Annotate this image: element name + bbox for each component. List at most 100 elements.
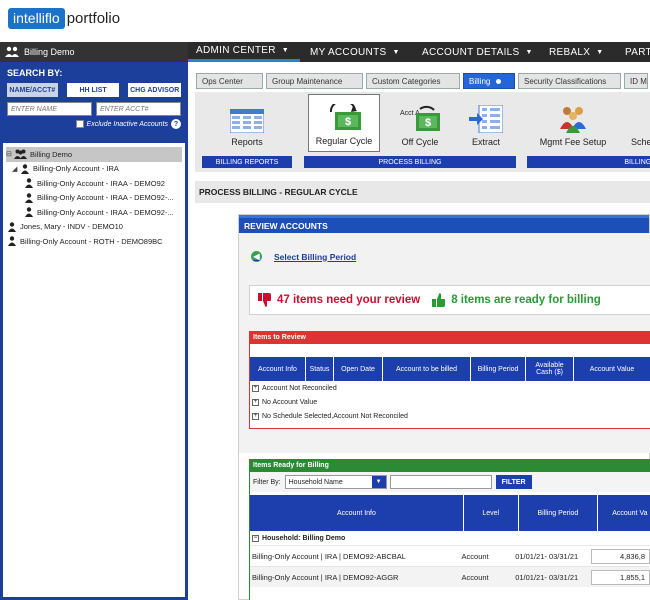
tree-item-household[interactable]: ⊟ Billing Demo	[6, 147, 182, 162]
tree-item-label: Jones, Mary - INDV - DEMO10	[20, 222, 123, 232]
column-status[interactable]: Status	[306, 357, 334, 381]
off-cycle-label: Off Cycle	[401, 137, 439, 147]
household-group-row[interactable]: − Household: Billing Demo	[250, 531, 650, 545]
chg-advisor-button[interactable]: CHG ADVISOR	[128, 83, 181, 97]
collapse-icon[interactable]: ⊟	[6, 150, 14, 158]
person-icon	[25, 193, 33, 203]
tab-custom-categories[interactable]: Custom Categories	[366, 73, 460, 89]
exclude-inactive-checkbox[interactable]	[75, 120, 84, 128]
tree-item-account[interactable]: ◢ Billing-Only Account - IRA	[6, 162, 182, 177]
table-row[interactable]: Billing-Only Account | IRA | DEMO92-ABCB…	[250, 545, 650, 566]
tab-id-m[interactable]: ID M	[624, 73, 648, 89]
dropdown-arrow-icon[interactable]: ▼	[371, 476, 386, 488]
menu-rebalx[interactable]: REBALX ▼	[537, 42, 617, 62]
group-account-not-reconciled[interactable]: + Account Not Reconciled	[250, 381, 650, 395]
items-ready-label: Items Ready for Billing	[250, 459, 650, 472]
row-account-info: Billing-Only Account | IRA | DEMO92-ABCB…	[252, 551, 406, 561]
row-billing-period: 01/01/21- 03/31/21	[515, 572, 579, 582]
column-account-info[interactable]: Account Info	[250, 495, 464, 531]
intelliflo-logo[interactable]: intelliflo portfolio	[8, 8, 120, 29]
svg-text:$: $	[345, 116, 351, 128]
expand-icon[interactable]: +	[252, 398, 259, 406]
money-cycle-icon: $	[329, 104, 361, 130]
thumbs-down-icon	[258, 293, 271, 307]
group-no-account-value[interactable]: + No Account Value	[250, 395, 650, 409]
items-to-review-grid: Items to Review Account Info Status Open…	[249, 331, 650, 429]
acct-input[interactable]	[96, 102, 181, 116]
person-icon	[25, 178, 33, 189]
reports-label: Reports	[231, 137, 263, 147]
search-panel: SEARCH BY: NAME/ACCT# HH LIST CHG ADVISO…	[0, 62, 188, 600]
off-cycle-button[interactable]: Acct A $ Off Cycle	[388, 94, 452, 152]
tree-item-account[interactable]: Billing-Only Account - IRAA - DEMO92	[6, 176, 182, 191]
tree-item-account[interactable]: Jones, Mary - INDV - DEMO10	[6, 220, 182, 235]
tree-item-account[interactable]: Billing-Only Account - IRAA - DEMO92-...	[6, 205, 182, 220]
name-input[interactable]	[7, 102, 92, 116]
review-grid-header: Account Info Status Open Date Account to…	[250, 357, 650, 381]
expand-icon[interactable]: ◢	[12, 165, 20, 173]
people-icon	[560, 107, 586, 133]
hh-list-button[interactable]: HH LIST	[66, 83, 120, 97]
users-icon	[5, 46, 19, 57]
group-no-schedule-selected[interactable]: + No Schedule Selected,Account Not Reconc…	[250, 409, 650, 423]
tree-item-account[interactable]: Billing-Only Account - IRAA - DEMO92-...	[6, 191, 182, 206]
client-selector[interactable]: Billing Demo	[0, 42, 188, 62]
column-billing-period[interactable]: Billing Period	[471, 357, 526, 381]
tree-item-label: Billing-Only Account - ROTH - DEMO89BC	[20, 236, 163, 246]
row-account-value: 1,855,1	[591, 569, 650, 585]
filter-select[interactable]: Household Name ▼	[284, 475, 387, 489]
items-ready-grid: Items Ready for Billing Filter By: House…	[249, 459, 650, 600]
column-available-cash[interactable]: Available Cash ($)	[526, 357, 574, 381]
tab-billing[interactable]: Billing	[463, 73, 515, 89]
help-icon[interactable]: ?	[171, 119, 181, 129]
reports-button[interactable]: Reports	[216, 94, 278, 152]
menu-account-details[interactable]: ACCOUNT DETAILS ▼	[412, 42, 537, 62]
tab-group-maintenance[interactable]: Group Maintenance	[266, 73, 363, 89]
column-billing-period[interactable]: Billing Period	[519, 495, 599, 531]
filter-input[interactable]	[389, 475, 492, 489]
search-inputs	[7, 102, 181, 116]
column-open-date[interactable]: Open Date	[334, 357, 383, 381]
column-level[interactable]: Level	[464, 495, 519, 531]
search-header: SEARCH BY: NAME/ACCT# HH LIST CHG ADVISO…	[3, 62, 185, 143]
off-cycle-icon: Acct A $	[400, 105, 440, 131]
regular-cycle-button[interactable]: $ Regular Cycle	[308, 94, 380, 152]
logo-part1: intelliflo	[8, 8, 65, 29]
reports-icon	[230, 109, 264, 133]
review-accounts-panel: REVIEW ACCOUNTS ◀ Select Billing Period …	[238, 214, 650, 600]
billing-reports-label: BILLING REPORTS	[202, 156, 292, 168]
menu-my-accounts[interactable]: MY ACCOUNTS ▼	[300, 42, 412, 62]
tree-item-account[interactable]: Billing-Only Account - ROTH - DEMO89BC	[6, 234, 182, 249]
select-billing-period-label: Select Billing Period	[274, 251, 357, 262]
schedule-button[interactable]: Sche	[625, 94, 650, 152]
review-accounts-header: REVIEW ACCOUNTS	[239, 215, 649, 233]
column-account-value[interactable]: Account Va	[598, 495, 650, 531]
column-account-info[interactable]: Account Info	[250, 357, 306, 381]
expand-icon[interactable]: +	[252, 412, 259, 420]
group-icon	[14, 149, 27, 160]
tab-security-classifications[interactable]: Security Classifications	[518, 73, 621, 89]
table-row[interactable]: Billing-Only Account | IRA | DEMO92-AGGR…	[250, 566, 650, 587]
account-tree: ⊟ Billing Demo ◢ Billing-Only Account - …	[3, 143, 185, 253]
person-icon	[21, 164, 29, 174]
logo-part2: portfolio	[66, 10, 121, 27]
filter-button[interactable]: FILTER	[495, 475, 532, 489]
column-account-to-be-billed[interactable]: Account to be billed	[383, 357, 471, 381]
mgmt-fee-setup-button[interactable]: Mgmt Fee Setup	[523, 94, 623, 152]
extract-button[interactable]: Extract	[456, 94, 516, 152]
select-billing-period-link[interactable]: ◀ Select Billing Period	[251, 251, 356, 262]
exclude-inactive-label: Exclude Inactive Accounts	[86, 120, 168, 128]
top-nav-bar: Billing Demo ADMIN CENTER ▼ MY ACCOUNTS ▼ …	[0, 42, 650, 62]
name-acct-button[interactable]: NAME/ACCT#	[7, 83, 58, 97]
extract-label: Extract	[471, 137, 500, 147]
expand-icon[interactable]: +	[252, 384, 259, 392]
menu-part[interactable]: PART	[617, 42, 650, 62]
filter-by-label: Filter By:	[253, 478, 281, 486]
main-menu: ADMIN CENTER ▼ MY ACCOUNTS ▼ ACCOUNT DETAI…	[188, 42, 650, 62]
tab-ops-center[interactable]: Ops Center	[196, 73, 263, 89]
menu-admin-center[interactable]: ADMIN CENTER ▼	[188, 42, 300, 62]
ready-status: 8 items are ready for billing	[432, 293, 601, 307]
client-name: Billing Demo	[24, 47, 75, 57]
column-account-value[interactable]: Account Value	[574, 357, 650, 381]
collapse-icon[interactable]: −	[252, 534, 259, 542]
